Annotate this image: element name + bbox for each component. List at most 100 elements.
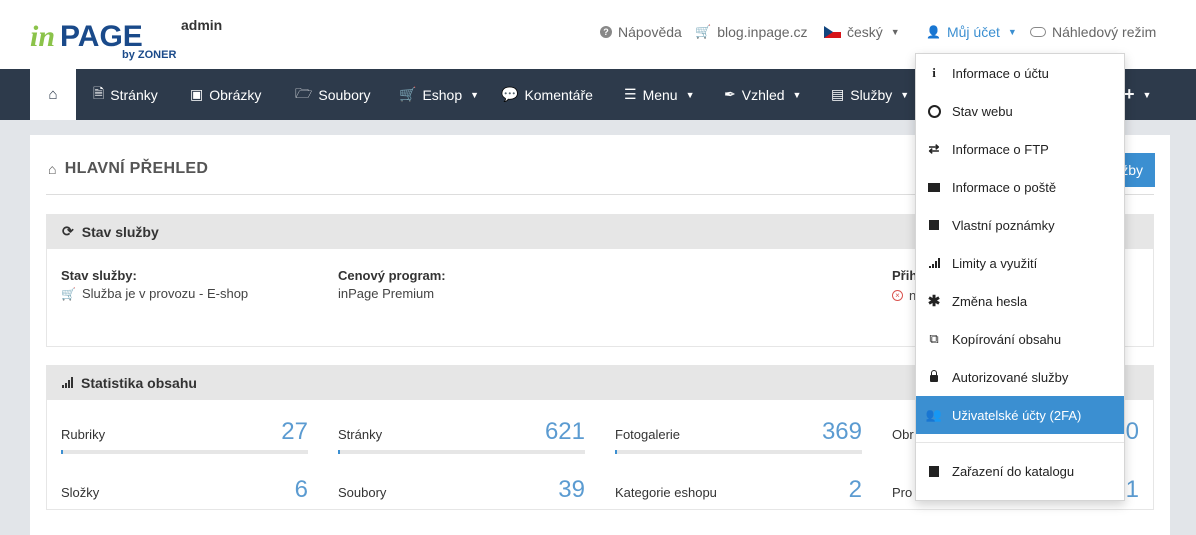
menu-divider <box>916 442 1124 443</box>
stat-value: 1 <box>1125 476 1139 503</box>
stat-label: Rubriky <box>61 427 106 442</box>
nav-label: Eshop <box>422 86 463 103</box>
menu-item-copy[interactable]: ⧉ Kopírování obsahu <box>916 320 1124 358</box>
menu-item-web-status[interactable]: Stav webu <box>916 92 1124 130</box>
home-icon: ⌂ <box>48 86 58 103</box>
stat-progress <box>615 450 862 454</box>
cart-icon: 🛒 <box>695 24 712 39</box>
menu-item-catalog[interactable]: Zařazení do katalogu <box>916 452 1124 490</box>
logo[interactable]: in PAGE by ZONER admin <box>30 12 223 67</box>
nav-images[interactable]: ▣ Obrázky <box>190 69 261 120</box>
signal-icon <box>62 377 73 388</box>
caret-down-icon: ▼ <box>890 27 900 37</box>
question-icon: ? <box>600 26 612 38</box>
menu-item-user-accounts[interactable]: 👥 Uživatelské účty (2FA) <box>916 396 1124 434</box>
account-menu-toggle[interactable]: 👤 Můj účet ▼ <box>926 24 1017 40</box>
nav-files[interactable]: 🗁 Soubory <box>295 69 371 120</box>
caret-down-icon: ▼ <box>470 89 480 100</box>
caret-down-icon: ▼ <box>1007 27 1017 37</box>
stats-title: Statistika obsahu <box>81 374 197 391</box>
nav-more[interactable]: + ▼ <box>1124 69 1151 120</box>
image-icon: ▣ <box>190 86 204 102</box>
stat-item[interactable]: Stránky 621 <box>338 418 585 445</box>
blog-label: blog.inpage.cz <box>717 24 808 40</box>
caret-down-icon: ▼ <box>792 89 802 100</box>
nav-menu[interactable]: ☰ Menu ▼ <box>624 69 695 120</box>
stat-item[interactable]: Složky 6 <box>61 476 308 503</box>
stat-value: 2 <box>848 476 862 503</box>
status-value-text: Služba je v provozu - E-shop <box>81 286 249 301</box>
menu-item-mail[interactable]: Informace o poště <box>916 168 1124 206</box>
transfer-icon: ⇄ <box>928 141 940 156</box>
menu-item-label: Stav webu <box>952 103 1013 119</box>
list-icon: ☰ <box>624 86 637 102</box>
stat-value: 6 <box>294 476 308 503</box>
nav-eshop[interactable]: 🛒 Eshop ▼ <box>399 69 479 120</box>
users-icon: 👥 <box>925 407 943 422</box>
plan-label: Cenový program: <box>338 268 446 283</box>
stat-item[interactable]: Rubriky 27 <box>61 418 308 445</box>
note-icon <box>916 220 952 230</box>
lock-icon <box>916 370 952 382</box>
stat-label: Složky <box>61 485 100 500</box>
account-label: Můj účet <box>946 24 1000 40</box>
menu-item-ftp[interactable]: ⇄ Informace o FTP <box>916 130 1124 168</box>
stat-item[interactable]: Fotogalerie 369 <box>615 418 862 445</box>
toggle-icon <box>1030 27 1046 37</box>
nav-pages[interactable]: 🗎 Stránky <box>93 69 158 120</box>
nav-label: Stránky <box>110 86 158 103</box>
stat-item[interactable]: Kategorie eshopu 2 <box>615 476 862 503</box>
menu-item-account-info[interactable]: i Informace o účtu <box>916 54 1124 92</box>
preview-mode-toggle[interactable]: Náhledový režim <box>1030 24 1156 40</box>
stat-value: 369 <box>821 418 862 445</box>
comments-icon: 💬 <box>501 86 519 102</box>
page-title: ⌂ HLAVNÍ PŘEHLED <box>48 160 208 178</box>
plus-icon: + <box>1124 84 1135 104</box>
envelope-icon <box>916 182 952 192</box>
language-select[interactable]: český ▼ <box>824 24 900 40</box>
info-icon: i <box>932 65 936 80</box>
stat-label: Fotogalerie <box>615 427 681 442</box>
cart-icon: 🛒 <box>399 86 417 102</box>
status-label: Stav služby: <box>61 268 137 283</box>
help-label: Nápověda <box>618 24 682 40</box>
login-value: × n <box>892 288 916 303</box>
svg-text:in: in <box>30 20 55 53</box>
login-label: Přih <box>892 268 918 283</box>
menu-item-label: Informace o poště <box>952 179 1057 195</box>
stat-value: 39 <box>558 476 585 503</box>
stat-label: Soubory <box>338 485 387 500</box>
tasks-icon: ▤ <box>831 86 845 102</box>
stat-item[interactable]: Soubory 39 <box>338 476 585 503</box>
menu-item-label: Změna hesla <box>952 293 1028 309</box>
nav-comments[interactable]: 💬 Komentáře <box>501 69 593 120</box>
menu-item-notes[interactable]: Vlastní poznámky <box>916 206 1124 244</box>
folder-icon: 🗁 <box>295 84 313 101</box>
blog-link[interactable]: 🛒 blog.inpage.cz <box>695 24 807 40</box>
menu-item-label: Informace o účtu <box>952 65 1049 81</box>
user-icon: 👤 <box>926 25 941 39</box>
signal-icon <box>916 258 952 268</box>
help-link[interactable]: ? Nápověda <box>600 24 682 40</box>
page-title-text: HLAVNÍ PŘEHLED <box>64 160 209 177</box>
refresh-icon: ⟳ <box>62 223 74 239</box>
nav-services[interactable]: ▤ Služby ▼ <box>831 69 909 120</box>
nav-design[interactable]: ✒ Vzhled ▼ <box>724 69 801 120</box>
nav-label: Služby <box>850 86 893 103</box>
preview-label: Náhledový režim <box>1052 24 1157 40</box>
stat-label: Obr <box>892 427 914 442</box>
book-icon <box>916 465 952 477</box>
menu-item-authorized[interactable]: Autorizované služby <box>916 358 1124 396</box>
menu-item-password[interactable]: ✱ Změna hesla <box>916 282 1124 320</box>
admin-badge: admin <box>181 17 223 33</box>
caret-down-icon: ▼ <box>685 89 695 100</box>
stat-value: 0 <box>1125 418 1139 445</box>
home-icon: ⌂ <box>48 161 57 177</box>
asterisk-icon: ✱ <box>927 293 941 310</box>
service-status-title: Stav služby <box>81 223 159 240</box>
stat-label: Pro <box>892 485 913 500</box>
nav-home[interactable]: ⌂ <box>30 69 76 120</box>
menu-item-limits[interactable]: Limity a využití <box>916 244 1124 282</box>
nav-label: Soubory <box>318 86 371 103</box>
menu-item-label: Vlastní poznámky <box>952 217 1055 233</box>
